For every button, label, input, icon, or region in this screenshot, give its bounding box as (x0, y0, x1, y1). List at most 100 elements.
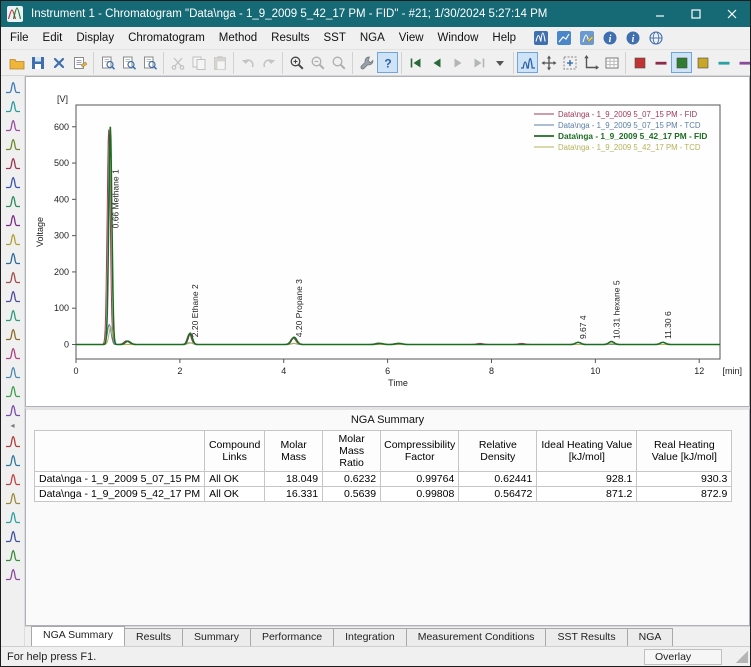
sidebar-peak-icon-1[interactable] (3, 77, 23, 96)
sidebar-peak-icon-12[interactable] (3, 286, 23, 305)
table-cell[interactable]: 16.331 (264, 486, 324, 502)
title-bar[interactable]: Instrument 1 - Chromatogram "Data\nga - … (1, 1, 750, 27)
table-row[interactable]: Data\nga - 1_9_2009 5_07_15 PM All OK 18.0… (33, 471, 733, 487)
sidebar-peak-icon-24[interactable] (3, 507, 23, 526)
sidebar-peak-icon-11[interactable] (3, 267, 23, 286)
table-cell[interactable]: 0.56472 (458, 486, 538, 502)
sidebar-peak-icon-21[interactable] (3, 450, 23, 469)
sidebar-peak-icon-5[interactable] (3, 153, 23, 172)
sidebar-peak-icon-9[interactable] (3, 229, 23, 248)
settings-wrench-icon[interactable] (356, 52, 377, 73)
chromatogram-list-dropdown-icon[interactable] (489, 52, 510, 73)
menu-edit[interactable]: Edit (36, 29, 70, 47)
table-cell[interactable]: All OK (204, 486, 266, 502)
column-header[interactable]: Relative Density (458, 430, 538, 472)
signal-color-teal-icon[interactable] (713, 52, 734, 73)
row-label[interactable]: Data\nga - 1_9_2009 5_42_17 PM (33, 486, 206, 502)
sidebar-peak-icon-15[interactable] (3, 343, 23, 362)
column-header[interactable] (33, 430, 206, 472)
report-setup-icon[interactable] (69, 52, 90, 73)
column-header[interactable]: Molar Mass (264, 430, 324, 472)
calibration-window-icon[interactable] (554, 29, 574, 48)
save-icon[interactable] (27, 52, 48, 73)
table-cell[interactable]: 928.1 (536, 471, 638, 487)
menu-window[interactable]: Window (431, 29, 486, 47)
tab-results[interactable]: Results (124, 628, 184, 646)
signal-color-purple-icon[interactable] (734, 52, 750, 73)
sidebar-peak-icon-23[interactable] (3, 488, 23, 507)
fit-to-window-icon[interactable] (559, 52, 580, 73)
table-row[interactable]: Data\nga - 1_9_2009 5_42_17 PM All OK 16.3… (33, 486, 733, 502)
sidebar-peak-icon-2[interactable] (3, 96, 23, 115)
sidebar-peak-icon-10[interactable] (3, 248, 23, 267)
chromatogram-chart[interactable]: 0 2 4 6 8 10 12 0 100 200 300 400 500 600 0.66 Methane… (26, 77, 749, 398)
table-cell[interactable]: All OK (204, 471, 266, 487)
tab-integration[interactable]: Integration (333, 628, 407, 646)
table-cell[interactable]: 0.99764 (380, 471, 460, 487)
row-label[interactable]: Data\nga - 1_9_2009 5_07_15 PM (33, 471, 206, 487)
print-preview-icon[interactable] (97, 52, 118, 73)
tab-measurement-conditions[interactable]: Measurement Conditions (405, 628, 547, 646)
close-button[interactable] (714, 1, 750, 27)
previous-chromatogram-icon[interactable] (426, 52, 447, 73)
column-header[interactable]: Real Heating Value [kJ/mol] (636, 430, 733, 472)
signal-color-green-icon[interactable] (671, 52, 692, 73)
tab-summary[interactable]: Summary (182, 628, 251, 646)
close-chromatogram-icon[interactable] (48, 52, 69, 73)
menu-chromatogram[interactable]: Chromatogram (121, 29, 212, 47)
tab-nga-summary[interactable]: NGA Summary (31, 626, 126, 646)
table-cell[interactable]: 0.6232 (322, 471, 382, 487)
resize-grip-icon[interactable] (736, 650, 748, 663)
table-cell[interactable]: 0.99808 (380, 486, 460, 502)
signal-color-red-icon[interactable] (629, 52, 650, 73)
tab-sst-results[interactable]: SST Results (545, 628, 628, 646)
sidebar-peak-icon-17[interactable] (3, 381, 23, 400)
sidebar-peak-icon-8[interactable] (3, 210, 23, 229)
sidebar-peak-icon-18[interactable] (3, 400, 23, 419)
help-web-icon[interactable] (646, 29, 666, 48)
side-toolbar-scroll-icon[interactable]: ◂ (4, 419, 22, 431)
sidebar-peak-icon-14[interactable] (3, 324, 23, 343)
maximize-button[interactable] (678, 1, 714, 27)
menu-display[interactable]: Display (69, 29, 121, 47)
column-header[interactable]: Compound Links (204, 430, 266, 472)
sidebar-peak-icon-13[interactable] (3, 305, 23, 324)
instrument-window-icon[interactable] (531, 29, 551, 48)
overlay-mode-icon[interactable] (517, 52, 538, 73)
nga-summary-table[interactable]: Compound Links Molar Mass Molar Mass Ratio… (33, 430, 733, 502)
properties-table-icon[interactable] (601, 52, 622, 73)
sidebar-peak-icon-6[interactable] (3, 172, 23, 191)
tab-performance[interactable]: Performance (249, 628, 335, 646)
sidebar-peak-icon-16[interactable] (3, 362, 23, 381)
sidebar-peak-icon-3[interactable] (3, 115, 23, 134)
device-monitor-icon[interactable]: i (600, 29, 620, 48)
menu-file[interactable]: File (3, 29, 36, 47)
menu-view[interactable]: View (392, 29, 431, 47)
sidebar-peak-icon-27[interactable] (3, 564, 23, 583)
column-header[interactable]: Ideal Heating Value [kJ/mol] (536, 430, 638, 472)
open-chromatogram-icon[interactable] (6, 52, 27, 73)
first-chromatogram-icon[interactable] (405, 52, 426, 73)
zoom-in-icon[interactable] (286, 52, 307, 73)
tab-nga[interactable]: NGA (626, 628, 674, 646)
menu-method[interactable]: Method (212, 29, 264, 47)
column-header[interactable]: Compressibility Factor (380, 430, 460, 472)
menu-nga[interactable]: NGA (353, 29, 392, 47)
chromatogram-svg[interactable]: 0 2 4 6 8 10 12 0 100 200 300 400 500 600 0.66 Methane… (32, 91, 744, 393)
menu-help[interactable]: Help (485, 29, 523, 47)
chromatogram-panel[interactable]: 0 2 4 6 8 10 12 0 100 200 300 400 500 600 0.66 Methane… (25, 76, 750, 407)
method-setup-icon[interactable] (577, 29, 597, 48)
sidebar-peak-icon-25[interactable] (3, 526, 23, 545)
export-data-icon[interactable] (139, 52, 160, 73)
menu-results[interactable]: Results (264, 29, 316, 47)
sidebar-peak-icon-20[interactable] (3, 431, 23, 450)
signal-color-darkred-icon[interactable] (650, 52, 671, 73)
context-help-icon[interactable]: ? (377, 52, 398, 73)
sidebar-peak-icon-7[interactable] (3, 191, 23, 210)
menu-sst[interactable]: SST (317, 29, 353, 47)
print-icon[interactable] (118, 52, 139, 73)
sidebar-peak-icon-22[interactable] (3, 469, 23, 488)
sidebar-peak-icon-4[interactable] (3, 134, 23, 153)
table-cell[interactable]: 0.62441 (458, 471, 538, 487)
scale-axes-icon[interactable] (580, 52, 601, 73)
